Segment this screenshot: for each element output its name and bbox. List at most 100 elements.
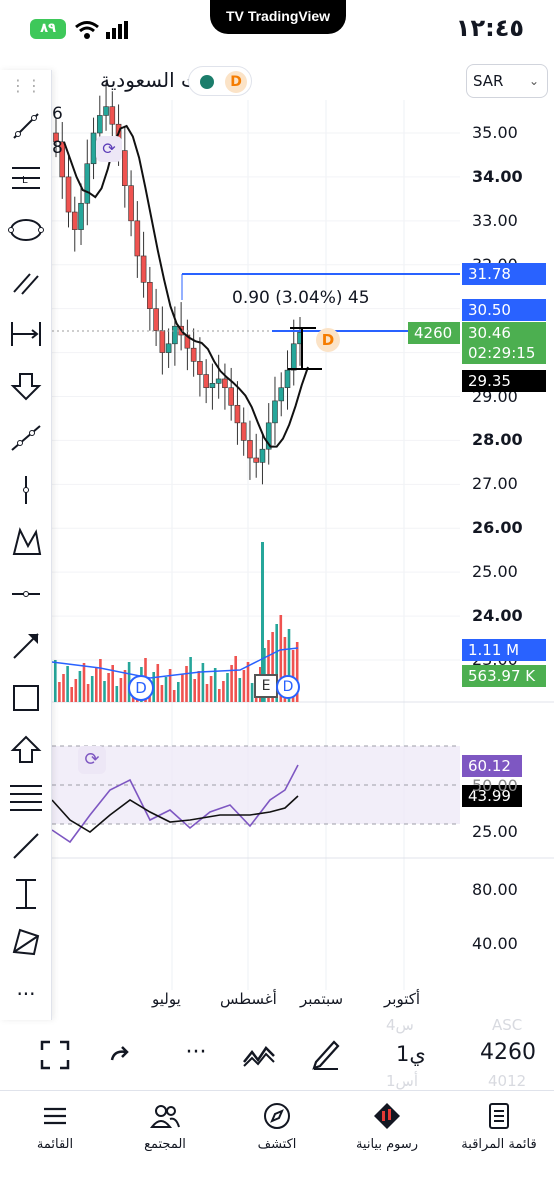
volume-bar: [156, 664, 160, 702]
countdown-label: 02:29:15: [462, 342, 546, 364]
bottom-navigation: قائمة المراقبة رسوم بيانية اكتشف المجتمع…: [0, 1090, 554, 1200]
rsi-level-low: 25.00: [472, 822, 518, 841]
currency-select[interactable]: SAR ⌄: [466, 64, 548, 98]
candle-body: [209, 383, 216, 389]
nav-explore[interactable]: اكتشف: [222, 1091, 332, 1171]
menu-icon: [44, 1107, 66, 1125]
time-label-september: سبتمبر: [300, 990, 344, 1008]
line-tool-icon[interactable]: [6, 826, 46, 866]
rsi-value-label: 60.12: [462, 755, 522, 777]
candle-series: [53, 82, 303, 485]
time-label-october: أكتوبر: [384, 990, 421, 1008]
volume-label: 1.11 M: [462, 639, 546, 661]
fib-retracement-tool-icon[interactable]: [6, 778, 46, 818]
candle-body: [153, 308, 159, 331]
vertical-line-tool-icon[interactable]: [6, 470, 46, 510]
volume-bar: [189, 657, 192, 702]
ghost-text: 1أس: [386, 1072, 419, 1090]
volume-bar: [234, 656, 237, 702]
price-range-tool-icon[interactable]: [6, 874, 46, 914]
volume-bar: [246, 662, 250, 702]
nav-label: القائمة: [36, 1137, 74, 1152]
volume-bar: [54, 660, 57, 702]
rsi-settings-icon[interactable]: ⟳: [78, 746, 106, 774]
watchlist-icon: [489, 1103, 509, 1129]
volume-bar: [205, 684, 209, 702]
chart-icon: [374, 1103, 400, 1129]
symbol-button[interactable]: 4260: [480, 1040, 536, 1065]
nav-label: اكتشف: [257, 1137, 297, 1152]
parallel-channel-tool-icon[interactable]: [6, 262, 46, 302]
earnings-marker[interactable]: E: [254, 674, 278, 698]
dividend-marker[interactable]: D: [128, 675, 154, 701]
chart-canvas[interactable]: [0, 0, 554, 1030]
fullscreen-icon[interactable]: [40, 1040, 70, 1070]
lower-price-label: 29.35: [462, 370, 546, 392]
ghost-text: ASC: [492, 1016, 523, 1034]
draw-pen-icon[interactable]: [310, 1036, 342, 1070]
volume-bar: [185, 666, 188, 702]
nav-label: قائمة المراقبة: [461, 1137, 537, 1152]
dividend-marker[interactable]: D: [316, 328, 340, 352]
rectangle-tool-icon[interactable]: [6, 678, 46, 718]
date-range-tool-icon[interactable]: [6, 314, 46, 354]
price-tick: 24.00: [472, 606, 523, 626]
volume-bar: [218, 689, 221, 702]
horizontal-ray-tool-icon[interactable]: [6, 574, 46, 614]
drag-handle-icon[interactable]: ⋮⋮: [6, 76, 46, 100]
arrow-down-tool-icon[interactable]: [6, 366, 46, 406]
time-label-august: أغسطس: [220, 990, 277, 1008]
trend-line-tool-icon[interactable]: [6, 106, 46, 146]
volume-bar: [238, 678, 242, 702]
volume-bar: [177, 682, 180, 702]
nav-menu[interactable]: القائمة: [0, 1091, 110, 1171]
candle-body: [215, 378, 222, 384]
market-status-pill[interactable]: D: [188, 66, 252, 96]
candle-body: [96, 115, 103, 134]
arrow-tool-icon[interactable]: [6, 626, 46, 666]
candle-body: [65, 176, 72, 213]
xabcd-pattern-tool-icon[interactable]: [6, 522, 46, 562]
measure-text: 0.90 (3.04%) 45: [232, 288, 370, 308]
ghost-text: 4012: [488, 1072, 527, 1090]
candle-body: [197, 361, 203, 375]
more-tools-icon[interactable]: ···: [6, 974, 46, 1014]
nav-community[interactable]: المجتمع: [110, 1091, 220, 1171]
volume-bar: [99, 659, 102, 702]
volume-bar: [213, 668, 217, 702]
dividend-marker[interactable]: D: [276, 675, 300, 699]
chart-control-bar: ASC 4س 4012 1أس: [0, 1016, 554, 1090]
more-options-icon[interactable]: ···: [178, 1040, 214, 1070]
redo-icon[interactable]: [108, 1042, 134, 1068]
ray-tool-icon[interactable]: [6, 418, 46, 458]
candle-body: [122, 150, 128, 187]
candle-body: [159, 330, 166, 353]
price-tick: 26.00: [472, 518, 523, 538]
ghost-text: 4س: [386, 1016, 414, 1034]
volume-bar: [95, 668, 98, 702]
candle-body: [109, 106, 116, 125]
candle-body: [203, 374, 209, 389]
nav-charts[interactable]: رسوم بيانية: [332, 1091, 442, 1171]
drawing-toolbar: ⋮⋮ L ···: [0, 70, 52, 1020]
nav-watchlist[interactable]: قائمة المراقبة: [444, 1091, 554, 1171]
price-tick: 25.00: [472, 562, 518, 582]
polygon-tool-icon[interactable]: [6, 922, 46, 962]
volume-bar: [107, 673, 110, 702]
interval-button[interactable]: 1ي: [396, 1042, 426, 1066]
volume-bar: [123, 670, 127, 702]
volume-bar: [90, 676, 94, 702]
lower-tick-80: 80.00: [472, 880, 518, 899]
volume-bar: [70, 687, 73, 702]
arrow-up-tool-icon[interactable]: [6, 730, 46, 770]
volume-bar: [209, 676, 213, 702]
candle-body: [78, 202, 84, 230]
candle-body: [247, 440, 253, 459]
horizontal-levels-tool-icon[interactable]: L: [6, 158, 46, 198]
candle-body: [259, 448, 266, 463]
ellipse-tool-icon[interactable]: [6, 210, 46, 250]
sync-icon[interactable]: ⟳: [96, 136, 122, 162]
candle-body: [103, 106, 109, 116]
indicators-icon[interactable]: [242, 1040, 276, 1070]
rsi-level-mid: 50.00: [472, 776, 518, 795]
